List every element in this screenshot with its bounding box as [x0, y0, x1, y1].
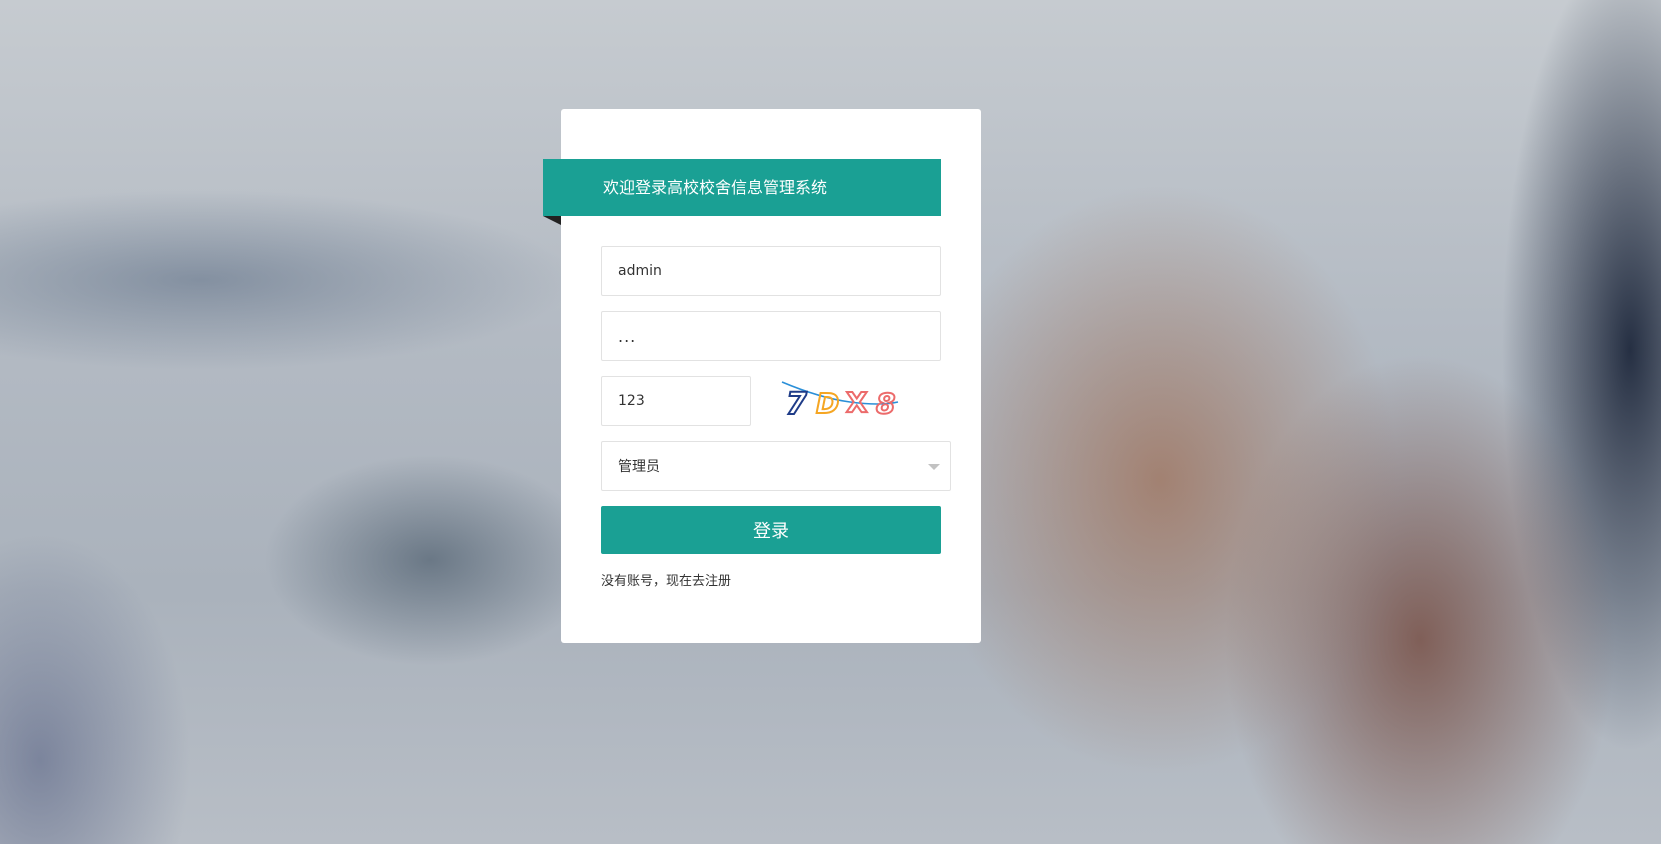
- password-input[interactable]: [601, 311, 941, 361]
- captcha-glyph: 8: [876, 387, 895, 420]
- captcha-image[interactable]: 7 D X 8: [780, 376, 910, 426]
- role-select[interactable]: 管理员: [601, 441, 951, 491]
- chevron-down-icon: [928, 464, 940, 470]
- page-title: 欢迎登录高校校舍信息管理系统: [603, 178, 828, 197]
- username-input[interactable]: [601, 246, 941, 296]
- login-title-banner: 欢迎登录高校校舍信息管理系统: [543, 159, 941, 216]
- captcha-input[interactable]: [601, 376, 751, 426]
- banner-fold: [543, 216, 561, 225]
- register-link[interactable]: 没有账号，现在去注册: [601, 570, 731, 589]
- role-select-value: 管理员: [618, 459, 660, 475]
- captcha-glyph: D: [816, 387, 839, 420]
- captcha-glyph: X: [846, 386, 868, 419]
- login-button[interactable]: 登录: [601, 506, 941, 554]
- captcha-glyph: 7: [786, 387, 807, 422]
